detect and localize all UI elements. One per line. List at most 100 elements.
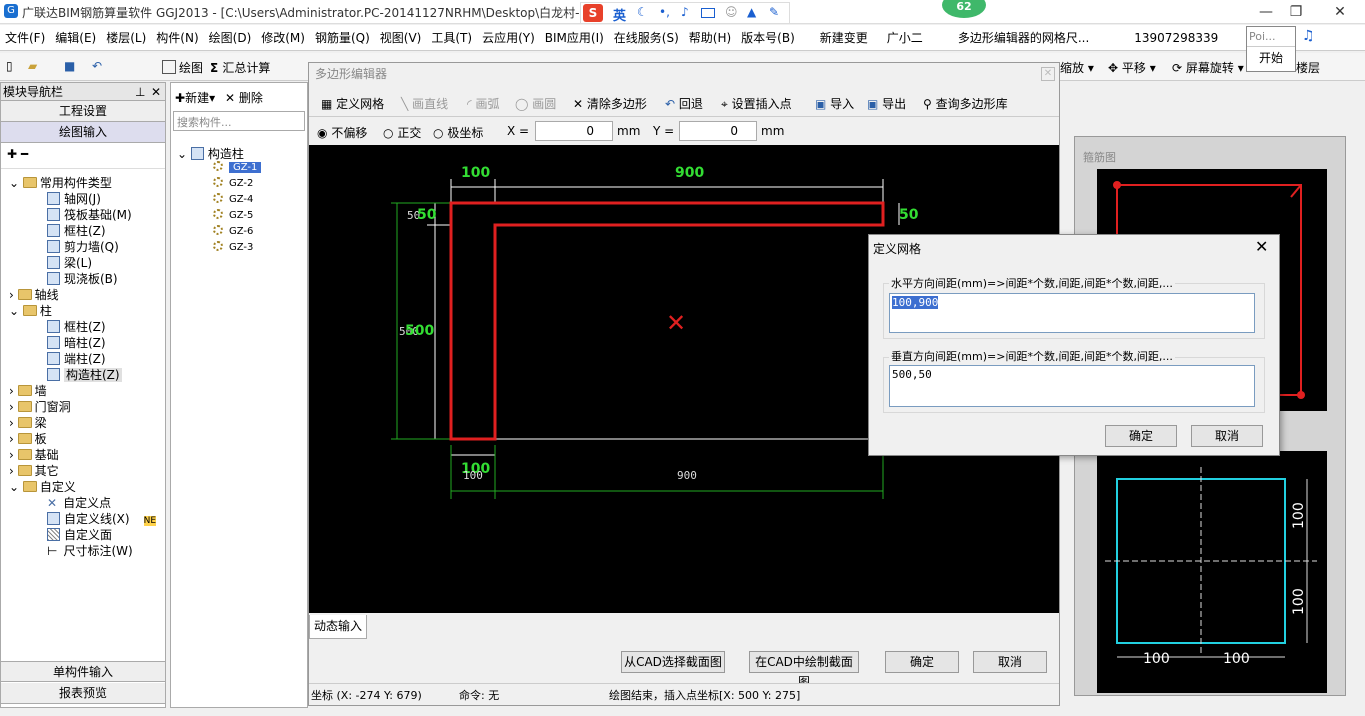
tree-leaf[interactable]: 自定义面	[1, 527, 156, 543]
list-item[interactable]: GZ-6	[177, 225, 261, 241]
pin-icon[interactable]: ⊥	[135, 83, 145, 101]
save-icon[interactable]: ■	[64, 59, 75, 73]
component-search-input[interactable]: 搜索构件...	[173, 111, 305, 131]
expand-all-icon[interactable]: ✚	[7, 147, 17, 161]
tree-node[interactable]: › 其它	[1, 463, 156, 479]
menu-file[interactable]: 文件(F)	[0, 25, 50, 51]
menu-view[interactable]: 视图(V)	[375, 25, 427, 51]
query-library-button[interactable]: ⚲ 查询多边形库	[923, 95, 1008, 112]
draw-circle-button[interactable]: ◯ 画圆	[515, 95, 556, 112]
sum-button[interactable]: Σ 汇总计算	[210, 59, 270, 76]
floor-button[interactable]: 楼层	[1296, 59, 1320, 76]
tree-leaf[interactable]: ⊢ 尺寸标注(W)	[1, 543, 156, 559]
x-input[interactable]: 0	[535, 121, 613, 141]
notification-badge[interactable]: 62	[942, 0, 986, 18]
list-item[interactable]: GZ-5	[177, 209, 261, 225]
shirt-icon[interactable]: ▲	[747, 5, 756, 19]
poly-ok-button[interactable]: 确定	[885, 651, 959, 673]
tree-leaf[interactable]: 筏板基础(M)	[1, 207, 156, 223]
maximize-button[interactable]: ❐	[1282, 2, 1310, 22]
dynamic-input-tab[interactable]: 动态输入	[309, 615, 367, 639]
tree-leaf[interactable]: 梁(L)	[1, 255, 156, 271]
tree-leaf[interactable]: 端柱(Z)	[1, 351, 156, 367]
moon-icon[interactable]: ☾	[637, 5, 648, 19]
horizontal-spacing-input[interactable]: 100,900	[889, 293, 1255, 333]
define-grid-button[interactable]: ▦ 定义网格	[321, 95, 384, 112]
user-icon[interactable]: ☺	[725, 5, 738, 19]
grid-cancel-button[interactable]: 取消	[1191, 425, 1263, 447]
y-input[interactable]: 0	[679, 121, 757, 141]
draw-arc-button[interactable]: ◜ 画弧	[467, 95, 500, 112]
menu-new-change[interactable]: 新建变更	[800, 25, 873, 51]
ortho-radio[interactable]: ○ 正交	[383, 124, 421, 141]
tree-leaf[interactable]: 剪力墙(Q)	[1, 239, 156, 255]
tree-node[interactable]: › 门窗洞	[1, 399, 156, 415]
tree-leaf[interactable]: 自定义线(X) NE	[1, 511, 157, 527]
tree-leaf[interactable]: 现浇板(B)	[1, 271, 156, 287]
vertical-spacing-input[interactable]: 500,50	[889, 365, 1255, 407]
tree-leaf[interactable]: 轴网(J)	[1, 191, 156, 207]
mic-icon[interactable]: ♪	[681, 5, 689, 19]
polygon-editor-close-icon[interactable]: ✕	[1041, 67, 1055, 81]
grid-close-icon[interactable]: ✕	[1255, 237, 1268, 256]
minimize-button[interactable]: —	[1252, 2, 1280, 22]
cad-select-button[interactable]: 从CAD选择截面图	[621, 651, 725, 673]
tree-leaf[interactable]: ✕ 自定义点	[1, 495, 156, 511]
ime-toolbar[interactable]: S 英 ☾ •, ♪ ☺ ▲ ✎	[580, 2, 790, 24]
list-item[interactable]: GZ-1	[177, 161, 262, 177]
list-item[interactable]: GZ-4	[177, 193, 261, 209]
poi-input[interactable]: Poi...	[1247, 27, 1295, 47]
no-offset-radio[interactable]: ◉ 不偏移	[317, 124, 367, 141]
tree-node[interactable]: › 轴线	[1, 287, 156, 303]
import-button[interactable]: ▣ 导入	[815, 95, 854, 112]
delete-component-button[interactable]: ✕ 删除	[225, 91, 263, 105]
menu-phone[interactable]: 13907298339	[1094, 25, 1223, 51]
open-icon[interactable]: ▰	[28, 59, 37, 73]
wrench-icon[interactable]: ✎	[769, 5, 779, 19]
tree-leaf[interactable]: 暗柱(Z)	[1, 335, 156, 351]
collapse-all-icon[interactable]: ━	[21, 147, 28, 161]
menu-draw[interactable]: 绘图(D)	[204, 25, 257, 51]
nav-draw-input[interactable]: 绘图输入	[1, 122, 165, 143]
nav-close-icon[interactable]: ✕	[151, 83, 161, 101]
cad-draw-button[interactable]: 在CAD中绘制截面图	[749, 651, 859, 689]
rotate-button[interactable]: ⟳ 屏幕旋转 ▾	[1172, 59, 1244, 76]
close-button[interactable]: ✕	[1326, 2, 1354, 22]
tree-node[interactable]: ⌄ 柱	[1, 303, 156, 319]
tree-node[interactable]: › 基础	[1, 447, 156, 463]
ime-lang[interactable]: 英	[613, 5, 626, 24]
draw-line-button[interactable]: ╲ 画直线	[401, 95, 448, 112]
list-item[interactable]: GZ-2	[177, 177, 261, 193]
menu-online[interactable]: 在线服务(S)	[609, 25, 684, 51]
new-component-button[interactable]: ✚新建▾	[175, 91, 215, 105]
tree-node[interactable]: › 板	[1, 431, 156, 447]
grid-ok-button[interactable]: 确定	[1105, 425, 1177, 447]
menu-bim[interactable]: BIM应用(I)	[540, 25, 609, 51]
menu-modify[interactable]: 修改(M)	[256, 25, 310, 51]
nav-report-preview[interactable]: 报表预览	[1, 683, 165, 704]
set-insert-point-button[interactable]: ⌖ 设置插入点	[721, 95, 792, 112]
tree-node[interactable]: › 墙	[1, 383, 156, 399]
bell-icon[interactable]: ♫	[1302, 28, 1315, 44]
keyboard-icon[interactable]	[701, 8, 715, 18]
draw-button[interactable]: 绘图	[162, 59, 203, 76]
nav-single-input[interactable]: 单构件输入	[1, 661, 165, 682]
tree-leaf[interactable]: 框柱(Z)	[1, 223, 156, 239]
list-root[interactable]: ⌄ 构造柱	[177, 145, 261, 161]
menu-rebar[interactable]: 钢筋量(Q)	[310, 25, 375, 51]
zoom-button[interactable]: 缩放 ▾	[1060, 59, 1094, 76]
sogou-icon[interactable]: S	[583, 4, 603, 22]
tree-node[interactable]: › 梁	[1, 415, 156, 431]
start-button[interactable]: 开始	[1247, 47, 1295, 69]
clear-polygon-button[interactable]: ✕ 清除多边形	[573, 95, 647, 112]
menu-floor[interactable]: 楼层(L)	[101, 25, 151, 51]
poly-cancel-button[interactable]: 取消	[973, 651, 1047, 673]
new-file-icon[interactable]: ▯	[6, 59, 13, 73]
pan-button[interactable]: ✥ 平移 ▾	[1108, 59, 1156, 76]
export-button[interactable]: ▣ 导出	[867, 95, 906, 112]
menu-edit[interactable]: 编辑(E)	[50, 25, 101, 51]
tree-node[interactable]: ⌄ 自定义	[1, 479, 156, 495]
tree-leaf-selected[interactable]: 构造柱(Z)	[1, 367, 156, 383]
tree-leaf[interactable]: 框柱(Z)	[1, 319, 156, 335]
tree-node[interactable]: ⌄ 常用构件类型	[1, 175, 156, 191]
